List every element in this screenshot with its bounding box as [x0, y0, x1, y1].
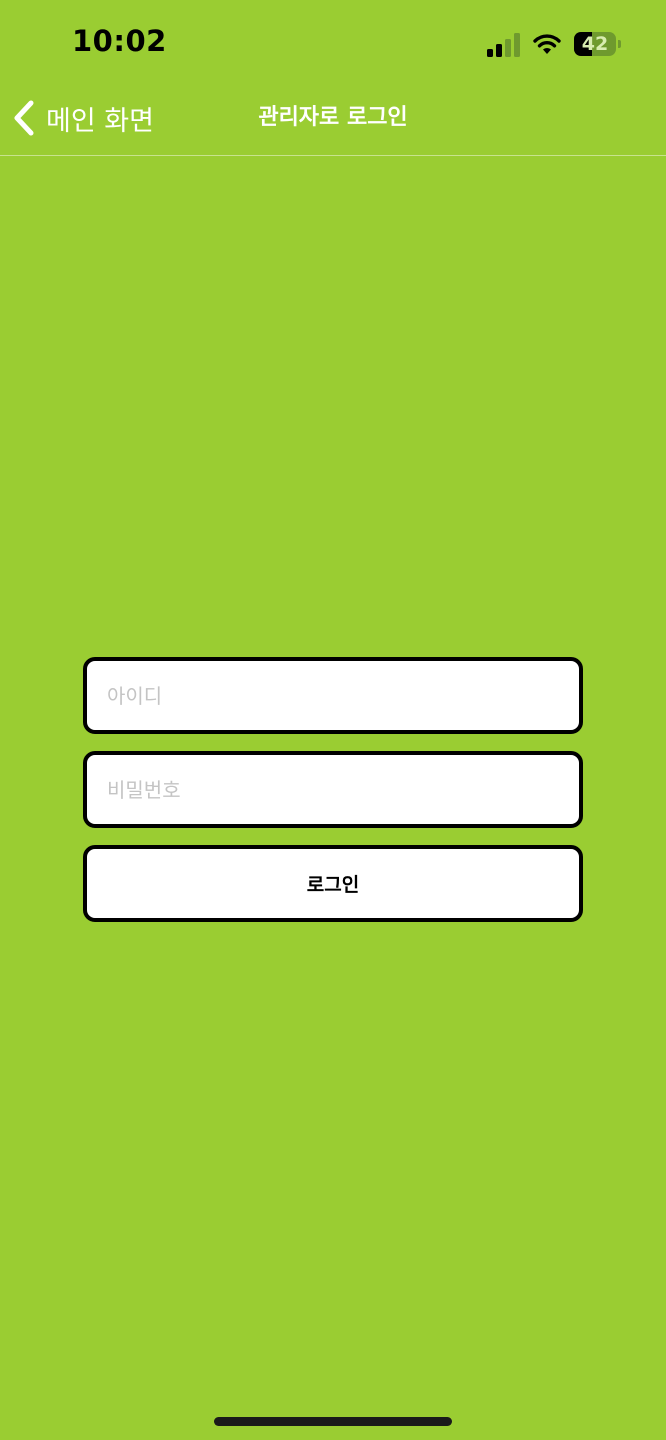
login-button-label: 로그인 — [306, 874, 360, 896]
password-field-box — [83, 751, 583, 828]
cellular-signal-icon — [487, 33, 520, 57]
wifi-icon — [533, 34, 561, 54]
battery-icon: 42 — [574, 32, 622, 56]
status-time: 10:02 — [72, 24, 167, 58]
id-input[interactable] — [105, 682, 579, 709]
page-title: 관리자로 로그인 — [258, 105, 408, 130]
login-button[interactable]: 로그인 — [83, 845, 583, 922]
login-form: 로그인 — [83, 657, 583, 922]
battery-level: 42 — [581, 33, 609, 55]
home-indicator[interactable] — [214, 1417, 452, 1426]
password-input[interactable] — [105, 776, 579, 803]
status-bar: 10:02 42 — [0, 0, 666, 88]
navigation-bar: 메인 화면 관리자로 로그인 — [0, 88, 666, 156]
id-field-box — [83, 657, 583, 734]
